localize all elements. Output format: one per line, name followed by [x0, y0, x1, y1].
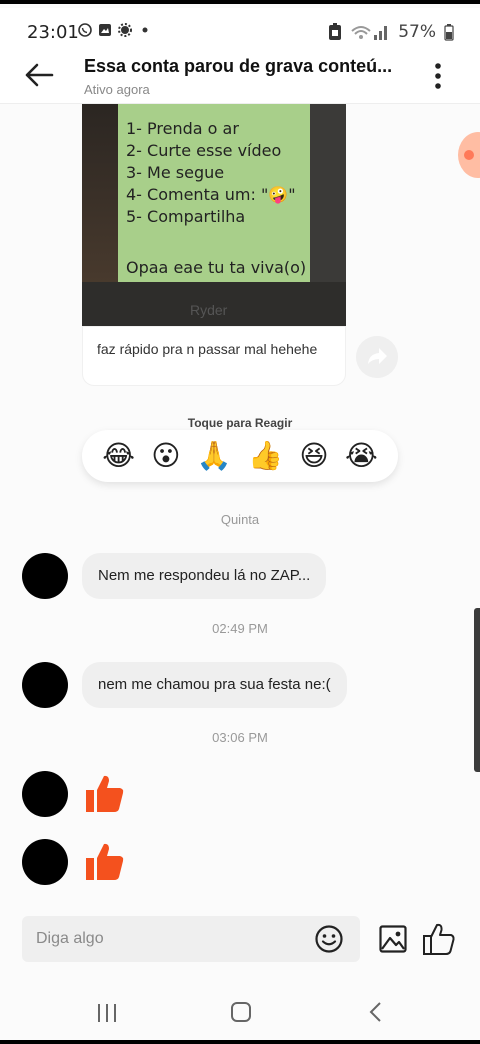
- date-separator: Quinta: [220, 512, 260, 527]
- emoji-smiley-icon[interactable]: [314, 924, 344, 954]
- avatar[interactable]: [22, 662, 68, 708]
- video-line-5: 5- Compartilha: [126, 207, 246, 226]
- avatar[interactable]: [22, 839, 68, 885]
- reaction-grin[interactable]: 😆: [299, 441, 328, 471]
- reaction-thumbs-up[interactable]: 👍: [248, 441, 283, 471]
- thumbs-up-like-icon[interactable]: [84, 840, 126, 882]
- battery-saver-icon: [329, 23, 342, 40]
- message-bubble[interactable]: nem me chamou pra sua festa ne:(: [82, 662, 347, 708]
- video-line-1: 1- Prenda o ar: [126, 119, 239, 138]
- reaction-bar: 😂 😮 🙏 👍 😆 😭: [82, 430, 398, 482]
- time-separator: 02:49 PM: [212, 621, 268, 636]
- video-left-shadow: [82, 104, 122, 294]
- status-bar: 23:01 57%: [0, 8, 480, 52]
- system-navigation-bar: [0, 984, 480, 1040]
- system-back-icon[interactable]: [366, 1001, 386, 1023]
- status-time: 23:01: [27, 22, 79, 43]
- video-line-3: 3- Me segue: [126, 163, 225, 182]
- notification-icons: [78, 23, 152, 37]
- recent-apps-icon[interactable]: [96, 1002, 118, 1024]
- avatar[interactable]: [22, 553, 68, 599]
- conversation-title[interactable]: Essa conta parou de grava conteú...: [84, 56, 424, 77]
- status-right: 57%: [328, 22, 454, 42]
- back-arrow-icon[interactable]: [22, 58, 56, 92]
- reaction-pray[interactable]: 🙏: [197, 441, 232, 471]
- video-watermark: Ryder: [190, 302, 228, 318]
- battery-percent: 57%: [398, 22, 436, 42]
- image-gallery-icon[interactable]: [378, 924, 408, 954]
- home-icon[interactable]: [230, 1001, 252, 1023]
- reaction-cry[interactable]: 😭: [345, 441, 378, 471]
- whatsapp-icon: [78, 23, 92, 37]
- message-input[interactable]: [22, 916, 312, 962]
- video-line-2: 2- Curte esse vídeo: [126, 141, 282, 160]
- wifi-signal-icon: [351, 26, 388, 40]
- time-separator: 03:06 PM: [212, 730, 268, 745]
- side-scroll-handle[interactable]: [474, 608, 480, 772]
- gear-notification-icon: [118, 23, 132, 37]
- video-last-line: Opaa eae tu ta viva(o): [126, 258, 307, 277]
- avatar[interactable]: [22, 771, 68, 817]
- more-options-icon[interactable]: [428, 60, 448, 92]
- chat-screen: 23:01 57% Essa conta parou de grava cont…: [0, 0, 480, 1044]
- floating-bubble-dot: [464, 150, 474, 160]
- gallery-notification-icon: [99, 24, 111, 36]
- forward-share-icon[interactable]: [356, 336, 398, 378]
- like-send-icon[interactable]: [422, 922, 456, 956]
- message-composer: [22, 916, 360, 962]
- thumbs-up-like-icon[interactable]: [84, 772, 126, 814]
- activity-status: Ativo agora: [84, 82, 150, 97]
- chat-header: Essa conta parou de grava conteú... Ativ…: [0, 48, 480, 104]
- reaction-prompt: Toque para Reagir: [187, 416, 293, 430]
- reaction-laugh[interactable]: 😂: [102, 441, 135, 471]
- video-line-4: 4- Comenta um: "🤪": [126, 185, 296, 204]
- more-notifications-dot-icon: [142, 27, 148, 33]
- shared-video-thumbnail[interactable]: 1- Prenda o ar 2- Curte esse vídeo 3- Me…: [82, 104, 346, 326]
- reaction-wow[interactable]: 😮: [151, 441, 180, 471]
- floating-bubble[interactable]: [458, 132, 480, 178]
- shared-post-caption: faz rápido pra n passar mal hehehe: [82, 326, 346, 386]
- battery-icon: [444, 24, 454, 41]
- video-text-lines: 1- Prenda o ar 2- Curte esse vídeo 3- Me…: [126, 118, 296, 228]
- message-bubble[interactable]: Nem me respondeu lá no ZAP...: [82, 553, 327, 599]
